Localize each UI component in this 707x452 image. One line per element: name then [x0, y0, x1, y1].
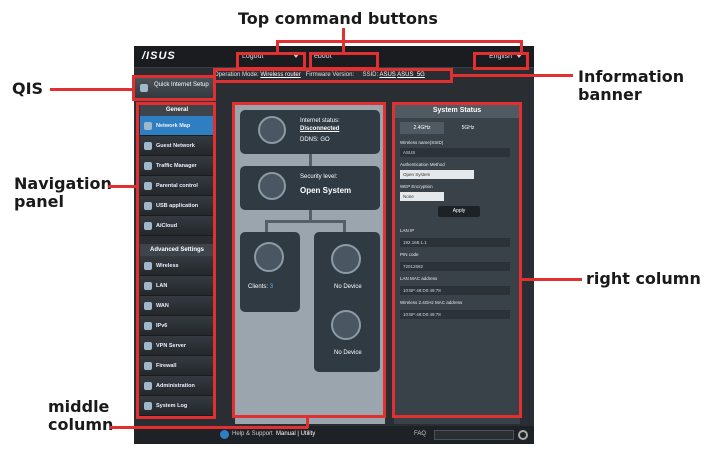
- pointer-info-banner: [453, 74, 573, 77]
- information-banner-caption: Information banner: [578, 67, 685, 104]
- faq-search-input[interactable]: [434, 430, 514, 440]
- help-icon: [220, 430, 229, 439]
- highlight-right-column: [392, 102, 522, 418]
- highlight-qis: [132, 75, 216, 101]
- pointer-middle-horizontal: [110, 426, 308, 429]
- help-support-link[interactable]: Help & Support: [232, 431, 273, 437]
- highlight-navigation-panel: [136, 102, 216, 419]
- pointer-top-horizontal: [276, 40, 523, 43]
- highlight-middle-column: [232, 102, 386, 418]
- qis-caption: QIS: [12, 79, 44, 98]
- top-command-buttons-caption: Top command buttons: [238, 9, 438, 28]
- pointer-right-column: [522, 278, 582, 281]
- right-column-caption: right column: [586, 269, 701, 288]
- pointer-top-left: [276, 40, 279, 52]
- highlight-language: [473, 52, 529, 70]
- pointer-qis: [50, 88, 132, 91]
- pointer-navigation: [108, 185, 136, 188]
- navigation-panel-caption: Navigation panel: [14, 174, 112, 211]
- faq-label: FAQ: [414, 431, 427, 437]
- pointer-top-right: [520, 40, 523, 52]
- search-icon[interactable]: [518, 430, 528, 440]
- asus-logo: /ISUS: [142, 50, 176, 62]
- manual-utility-link[interactable]: Manual | Utility: [276, 431, 315, 437]
- pointer-top-center: [342, 28, 345, 52]
- middle-column-caption: middle column: [48, 397, 114, 434]
- highlight-information-banner: [213, 68, 453, 83]
